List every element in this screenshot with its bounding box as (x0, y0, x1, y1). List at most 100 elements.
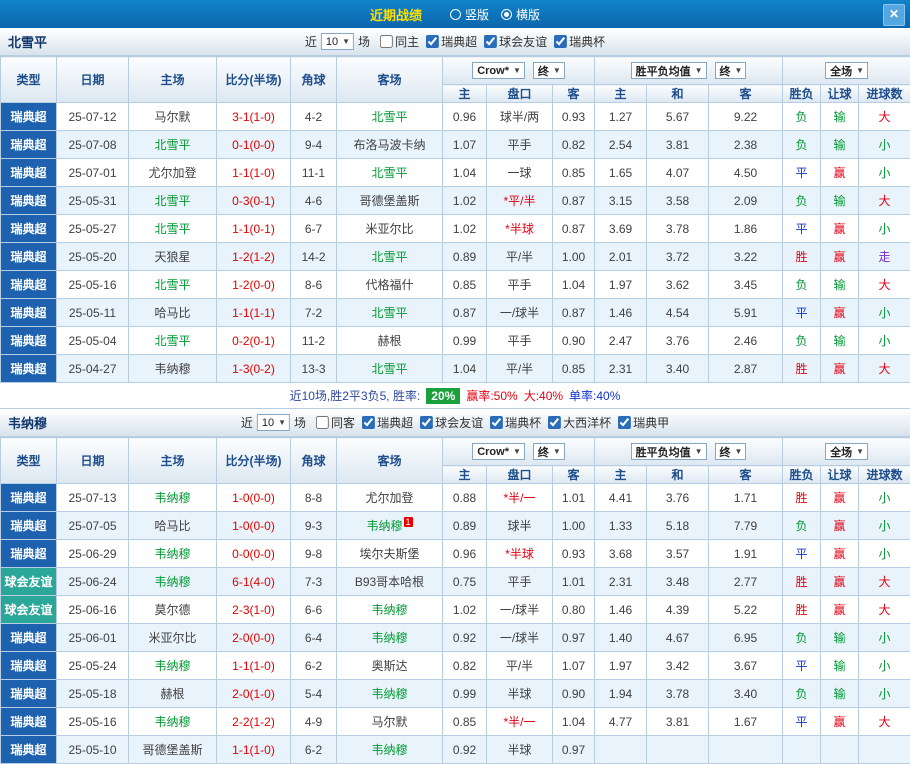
subcol-odds-away: 客 (553, 466, 595, 484)
layout-option-horizontal[interactable]: 横版 (501, 6, 540, 23)
handicap-cell: 一/球半 (487, 596, 553, 624)
league-filter[interactable]: 瑞典甲 (618, 414, 669, 431)
handicap-result-cell: 输 (821, 327, 859, 355)
scope-select[interactable]: 全场 ▼ (825, 62, 868, 79)
date-cell: 25-05-18 (57, 680, 129, 708)
league-checkbox[interactable] (420, 416, 433, 429)
avg-select[interactable]: 胜平负均值 ▼ (631, 62, 707, 79)
avg-final-select[interactable]: 终 ▼ (715, 443, 747, 460)
score-cell: 2-0(0-0) (217, 624, 291, 652)
avg-select[interactable]: 胜平负均值 ▼ (631, 443, 707, 460)
avg-draw-cell: 3.72 (647, 243, 709, 271)
league-filter[interactable]: 球会友谊 (484, 33, 547, 50)
result-cell: 胜 (783, 596, 821, 624)
league-checkbox[interactable] (490, 416, 503, 429)
result-cell: 胜 (783, 568, 821, 596)
league-type-cell: 瑞典超 (1, 327, 57, 355)
score-cell: 1-1(0-1) (217, 215, 291, 243)
league-type-cell: 瑞典超 (1, 215, 57, 243)
away-team: 哥德堡盖斯 (359, 194, 419, 208)
score-cell: 1-1(1-0) (217, 652, 291, 680)
score-cell: 1-0(0-0) (217, 484, 291, 512)
table-head: 类型 日期 主场 比分(半场) 角球 客场 Crow* ▼ 终 (1, 57, 910, 103)
home-team-cell: 韦纳穆 (129, 708, 217, 736)
radio-icon (501, 9, 512, 20)
league-filter[interactable]: 瑞典超 (362, 414, 413, 431)
match-count-select[interactable]: 10 ▼ (321, 33, 354, 50)
avg-away-cell: 6.95 (709, 624, 783, 652)
corner-cell: 11-1 (291, 159, 337, 187)
result-cell: 负 (783, 624, 821, 652)
league-checkbox[interactable] (362, 416, 375, 429)
away-team-cell: 奥斯达 (337, 652, 443, 680)
corner-cell: 5-4 (291, 680, 337, 708)
odds-final-select[interactable]: 终 ▼ (533, 443, 565, 460)
home-team-cell: 马尔默 (129, 103, 217, 131)
away-team-cell: 北雪平 (337, 243, 443, 271)
league-filter[interactable]: 同主 (380, 33, 419, 50)
league-filter[interactable]: 同客 (316, 414, 355, 431)
odds-home-cell: 1.02 (443, 187, 487, 215)
league-filter[interactable]: 瑞典超 (426, 33, 477, 50)
col-score: 比分(半场) (217, 438, 291, 484)
home-team: 米亚尔比 (148, 631, 196, 645)
result-cell: 胜 (783, 355, 821, 383)
league-checkbox[interactable] (380, 35, 393, 48)
scope-select[interactable]: 全场 ▼ (825, 443, 868, 460)
match-count-select[interactable]: 10 ▼ (257, 414, 290, 431)
radio-icon (450, 9, 461, 20)
handicap-cell: 半球 (487, 680, 553, 708)
league-filter[interactable]: 瑞典杯 (490, 414, 541, 431)
league-filter[interactable]: 球会友谊 (420, 414, 483, 431)
corner-cell: 6-7 (291, 215, 337, 243)
handicap-cell: 平手 (487, 568, 553, 596)
chevron-down-icon: ▼ (553, 66, 561, 75)
odds-away-cell: 0.87 (553, 299, 595, 327)
avg-home-cell: 2.47 (595, 327, 647, 355)
league-label: 瑞典杯 (569, 33, 605, 50)
score-cell: 6-1(4-0) (217, 568, 291, 596)
odds-final-select[interactable]: 终 ▼ (533, 62, 565, 79)
goals-cell: 小 (859, 327, 910, 355)
date-cell: 25-07-12 (57, 103, 129, 131)
match-row: 瑞典超 25-07-12 马尔默 3-1(1-0) 4-2 北雪平 0.96 球… (1, 103, 910, 131)
league-checkbox[interactable] (316, 416, 329, 429)
avg-home-cell: 2.31 (595, 568, 647, 596)
col-score: 比分(半场) (217, 57, 291, 103)
league-checkbox[interactable] (554, 35, 567, 48)
league-checkbox[interactable] (548, 416, 561, 429)
odds-home-cell: 1.04 (443, 355, 487, 383)
league-checkbox[interactable] (426, 35, 439, 48)
avg-draw-cell: 3.62 (647, 271, 709, 299)
summary-stat: 赢率:50% (466, 387, 517, 404)
away-team-cell: 埃尔夫斯堡 (337, 540, 443, 568)
score-cell: 1-3(0-2) (217, 355, 291, 383)
league-filter[interactable]: 瑞典杯 (554, 33, 605, 50)
avg-home-cell: 1.65 (595, 159, 647, 187)
league-filter[interactable]: 大西洋杯 (548, 414, 611, 431)
col-corner: 角球 (291, 57, 337, 103)
close-icon[interactable]: ✕ (883, 4, 905, 26)
odds-home-cell: 0.87 (443, 299, 487, 327)
odds-company-select[interactable]: Crow* ▼ (472, 443, 525, 460)
away-team-cell: 米亚尔比 (337, 215, 443, 243)
col-date: 日期 (57, 438, 129, 484)
corner-cell: 4-9 (291, 708, 337, 736)
league-checkbox[interactable] (618, 416, 631, 429)
avg-away-cell: 3.22 (709, 243, 783, 271)
layout-option-label: 竖版 (465, 6, 489, 23)
layout-option-vertical[interactable]: 竖版 (450, 6, 489, 23)
odds-company-select[interactable]: Crow* ▼ (472, 62, 525, 79)
home-team-cell: 北雪平 (129, 271, 217, 299)
corner-cell: 4-2 (291, 103, 337, 131)
away-team: 米亚尔比 (365, 222, 413, 236)
result-cell: 负 (783, 131, 821, 159)
odds-home-cell: 1.07 (443, 131, 487, 159)
home-team-cell: 北雪平 (129, 327, 217, 355)
league-checkbox[interactable] (484, 35, 497, 48)
avg-final-select[interactable]: 终 ▼ (715, 62, 747, 79)
league-type-cell: 球会友谊 (1, 568, 57, 596)
home-team: 莫尔德 (154, 603, 190, 617)
result-cell: 负 (783, 271, 821, 299)
subcol-avg-away: 客 (709, 466, 783, 484)
